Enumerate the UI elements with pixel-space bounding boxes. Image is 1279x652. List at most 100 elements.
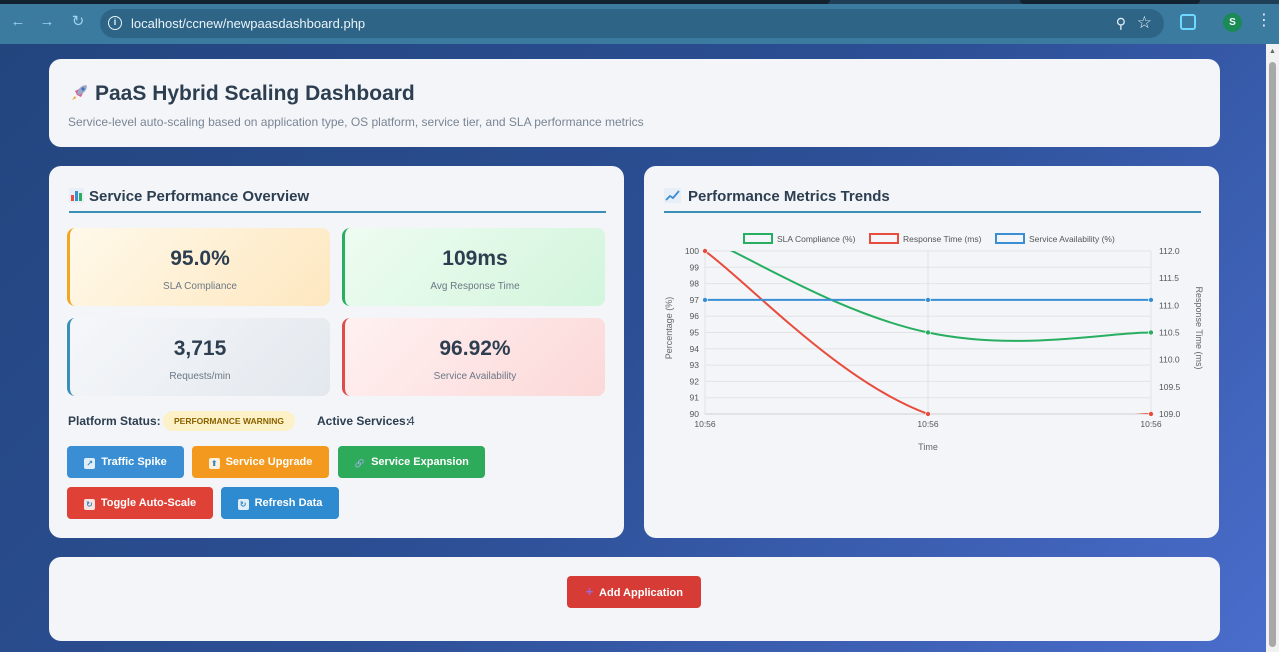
plus-icon: + <box>585 584 594 599</box>
legend-swatch <box>869 233 899 244</box>
metric-requests-per-min: 3,715 Requests/min <box>67 318 330 396</box>
header-card: PaaS Hybrid Scaling Dashboard Service-le… <box>49 59 1220 147</box>
browser-tab[interactable] <box>0 0 830 4</box>
add-application-button[interactable]: + Add Application <box>567 576 701 608</box>
url-text[interactable]: localhost/ccnew/newpaasdashboard.php <box>131 16 365 31</box>
y-tick-label: 92 <box>690 376 700 386</box>
toggle-auto-scale-label: Toggle Auto-Scale <box>100 497 197 509</box>
legend-label: Service Availability (%) <box>1029 234 1115 244</box>
browser-tab[interactable] <box>1020 0 1200 4</box>
profile-avatar[interactable]: S <box>1223 13 1242 32</box>
refresh-data-button[interactable]: ↻ Refresh Data <box>221 487 339 519</box>
trend-up-icon: ↗ <box>84 458 96 469</box>
metrics-line-chart: 100 99 98 97 96 95 94 93 92 91 90 112.0 111.5 111.0 11… <box>664 233 1204 452</box>
data-point <box>1148 411 1154 417</box>
page-title-text: PaaS Hybrid Scaling Dashboard <box>95 82 415 105</box>
chart-tick-labels: 100 99 98 97 96 95 94 93 92 91 90 112.0 111.5 111.0 11… <box>685 246 1181 429</box>
x-tick-label: 10:56 <box>694 419 716 429</box>
overview-title: Service Performance Overview <box>69 188 309 205</box>
traffic-spike-label: Traffic Spike <box>101 456 167 468</box>
performance-trends-card: Performance Metrics Trends 100 99 98 97 96 95… <box>644 166 1219 538</box>
line-chart-icon <box>664 188 688 205</box>
y2-tick-label: 111.5 <box>1159 273 1179 283</box>
y2-tick-label: 110.5 <box>1159 328 1180 338</box>
zoom-icon[interactable]: ⚲ <box>1116 15 1126 32</box>
status-badge: PERFORMANCE WARNING <box>163 411 296 431</box>
y-tick-label: 93 <box>690 360 700 370</box>
service-overview-card: Service Performance Overview 95.0% SLA C… <box>49 166 624 538</box>
section-divider <box>69 211 606 213</box>
y-tick-label: 99 <box>690 262 700 272</box>
data-point <box>925 297 931 303</box>
y2-tick-label: 109.5 <box>1159 382 1181 392</box>
extensions-icon[interactable] <box>1180 14 1196 30</box>
menu-kebab-icon[interactable]: ⋮ <box>1256 12 1272 30</box>
address-bar[interactable]: i localhost/ccnew/newpaasdashboard.php ⚲… <box>100 9 1164 38</box>
platform-status-label: Platform Status: <box>68 414 161 428</box>
active-services-value: 4 <box>408 414 415 428</box>
toggle-auto-scale-button[interactable]: ↻ Toggle Auto-Scale <box>67 487 213 519</box>
metric-avg-response-time: 109ms Avg Response Time <box>342 228 605 306</box>
scroll-up-icon[interactable]: ▲ <box>1269 48 1276 55</box>
data-point <box>925 329 931 336</box>
arrow-up-icon: ⬆ <box>208 458 220 469</box>
add-application-label: Add Application <box>599 587 683 599</box>
site-info-icon[interactable]: i <box>108 16 122 30</box>
metric-label: Service Availability <box>433 371 517 382</box>
active-services-label: Active Services: <box>317 414 410 428</box>
data-point <box>702 248 708 254</box>
data-point <box>702 297 708 303</box>
metric-label: SLA Compliance <box>163 281 237 292</box>
bookmark-star-icon[interactable]: ☆ <box>1137 13 1152 33</box>
chart-y2-axis-label: Response Time (ms) <box>1194 286 1204 369</box>
metric-value: 95.0% <box>170 247 230 270</box>
metric-value: 96.92% <box>439 337 511 360</box>
overview-title-text: Service Performance Overview <box>89 188 310 205</box>
y2-tick-label: 112.0 <box>1159 246 1180 256</box>
tab-strip <box>0 0 1279 4</box>
metric-value: 3,715 <box>173 337 227 360</box>
chart-y-axis-label: Percentage (%) <box>664 297 674 360</box>
metric-sla-compliance: 95.0% SLA Compliance <box>67 228 330 306</box>
cycle-icon: ↻ <box>83 499 95 510</box>
trends-title: Performance Metrics Trends <box>664 188 890 205</box>
metric-value: 109ms <box>442 247 508 270</box>
reload-icon[interactable]: ↻ <box>70 14 86 30</box>
data-point <box>1148 297 1154 303</box>
service-upgrade-button[interactable]: ⬆ Service Upgrade <box>192 446 329 478</box>
y-tick-label: 96 <box>690 311 700 321</box>
legend-label: SLA Compliance (%) <box>777 234 856 244</box>
page-scrollbar[interactable]: ▲ <box>1266 44 1279 652</box>
data-point <box>1148 329 1154 336</box>
y-tick-label: 95 <box>690 328 700 338</box>
legend-label: Response Time (ms) <box>903 234 982 244</box>
metric-label: Avg Response Time <box>430 281 520 292</box>
browser-toolbar: ← → ↻ i localhost/ccnew/newpaasdashboard… <box>0 0 1279 44</box>
metric-service-availability: 96.92% Service Availability <box>342 318 605 396</box>
forward-icon[interactable]: → <box>39 14 55 30</box>
y-tick-label: 98 <box>690 279 700 289</box>
y2-tick-label: 111.0 <box>1159 300 1179 310</box>
back-icon[interactable]: ← <box>10 14 26 30</box>
service-expansion-label: Service Expansion <box>371 456 469 468</box>
rocket-icon <box>69 81 95 106</box>
traffic-spike-button[interactable]: ↗ Traffic Spike <box>67 446 184 478</box>
chart-x-axis-label: Time <box>918 442 938 452</box>
y-tick-label: 90 <box>690 409 700 419</box>
link-icon: 🔗 <box>354 459 365 468</box>
y-tick-label: 94 <box>690 344 700 354</box>
refresh-icon: ↻ <box>237 499 249 510</box>
x-tick-label: 10:56 <box>1140 419 1162 429</box>
legend-swatch <box>995 233 1025 244</box>
service-upgrade-label: Service Upgrade <box>225 456 313 468</box>
x-tick-label: 10:56 <box>917 419 939 429</box>
y2-tick-label: 109.0 <box>1159 409 1181 419</box>
service-expansion-button[interactable]: 🔗 Service Expansion <box>338 446 485 478</box>
legend-swatch <box>743 233 773 244</box>
scrollbar-thumb[interactable] <box>1269 62 1276 647</box>
chart-legend[interactable]: SLA Compliance (%) Response Time (ms) Serv… <box>743 233 1115 244</box>
y-tick-label: 97 <box>690 295 700 305</box>
bar-chart-icon <box>69 188 89 205</box>
data-point <box>925 411 931 417</box>
refresh-data-label: Refresh Data <box>254 497 323 509</box>
